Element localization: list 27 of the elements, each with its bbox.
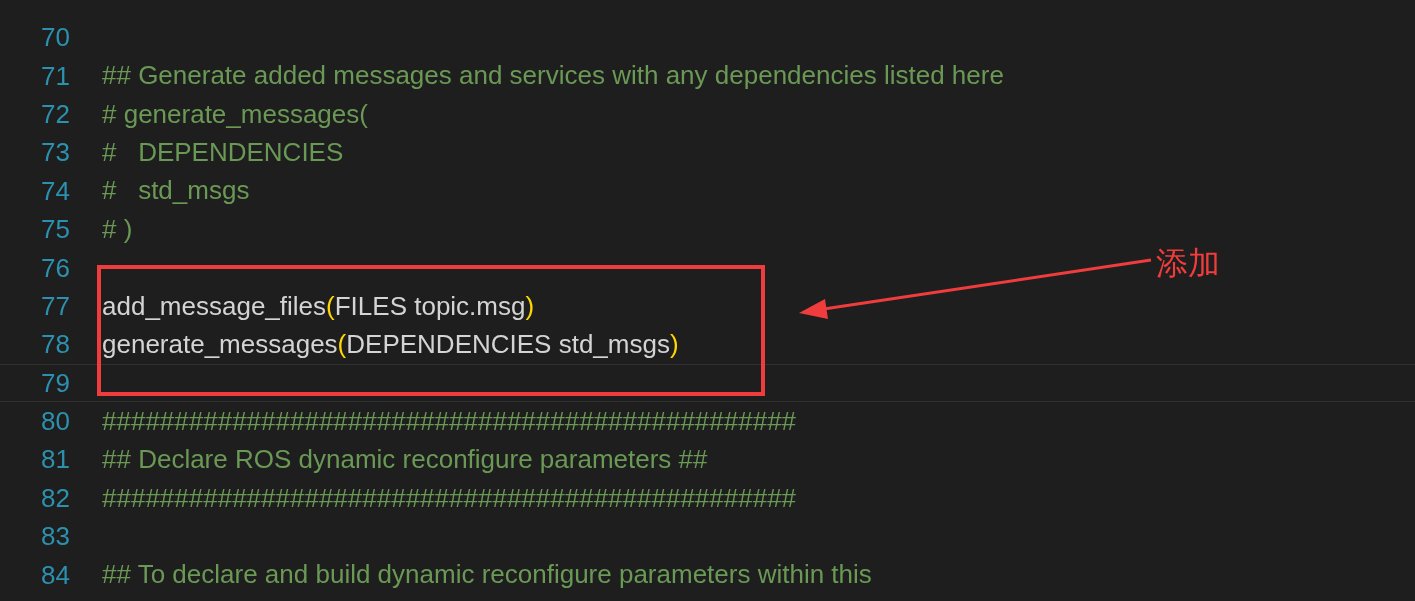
line-number: 83 [40, 523, 70, 550]
code-line: # DEPENDENCIES [102, 138, 344, 167]
line-number: 73 [40, 139, 70, 166]
line-number: 70 [40, 24, 70, 51]
code-line: generate_messages(DEPENDENCIES std_msgs) [102, 330, 679, 359]
code-line: ## Generate added messages and services with any dependencies listed here [102, 61, 1004, 90]
code-line: add_message_files(FILES topic.msg) [102, 291, 535, 321]
line-number: 74 [40, 177, 70, 204]
code-line: # ) [102, 214, 133, 244]
code-line: ################################################ [102, 406, 797, 436]
code-line: # generate_messages( [102, 99, 368, 129]
code-line: ## Declare ROS dynamic reconfigure parameters ## [102, 445, 708, 474]
code-line: # std_msgs [102, 176, 250, 206]
line-number: 81 [40, 446, 70, 473]
line-number: 79 [40, 369, 70, 396]
line-number: 77 [40, 292, 70, 319]
line-number: 71 [40, 62, 70, 89]
code-line: ## To declare and build dynamic reconfigure parameters within this [102, 560, 872, 589]
line-number: 76 [40, 254, 70, 281]
line-number: 82 [40, 484, 70, 511]
line-number: 78 [40, 331, 70, 358]
code-line: ################################################ [102, 483, 797, 513]
line-number: 80 [40, 408, 70, 435]
line-number: 72 [40, 100, 70, 127]
line-number: 75 [40, 216, 70, 243]
annotation-label: 添加 [1156, 247, 1220, 279]
line-number: 84 [40, 561, 70, 588]
